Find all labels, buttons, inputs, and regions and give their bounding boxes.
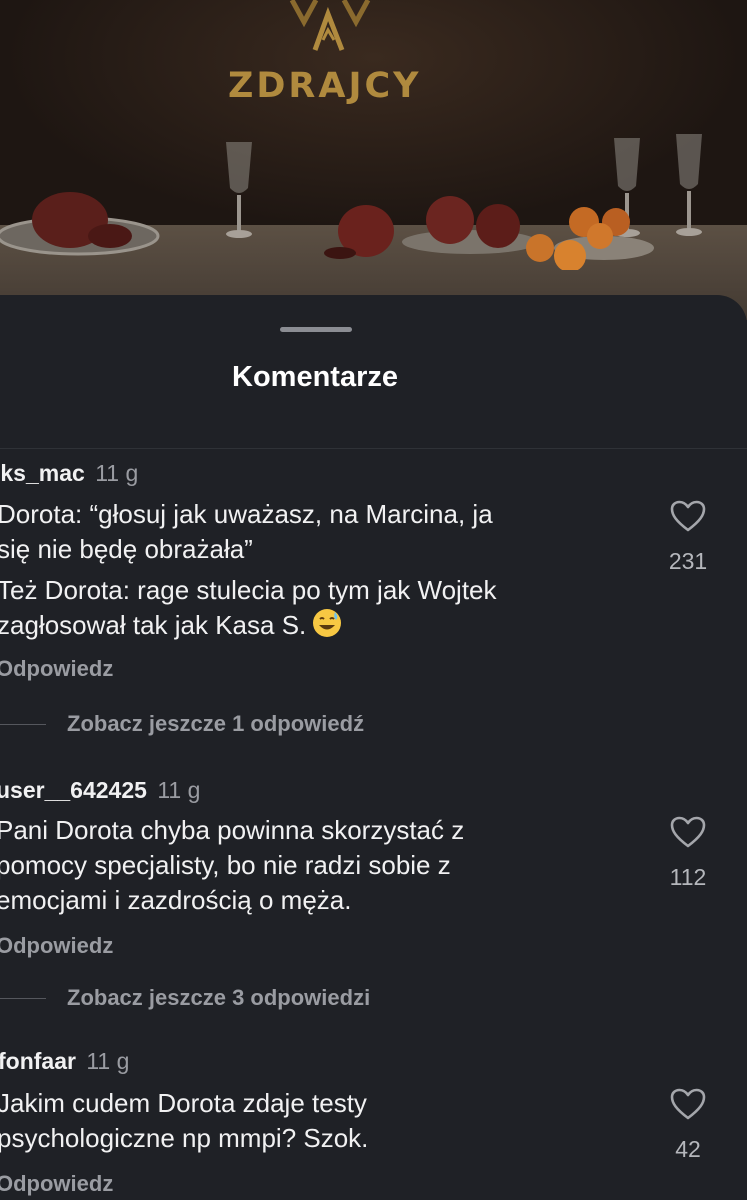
champagne-glass <box>676 134 702 236</box>
bowl-with-oranges <box>526 207 654 270</box>
like-count: 112 <box>669 864 707 890</box>
view-more-replies-label[interactable]: Zobacz jeszcze 1 odpowiedź <box>67 711 364 737</box>
plate-with-pomegranates <box>402 196 538 254</box>
comment-username[interactable]: fonfaar <box>0 1048 76 1074</box>
comment-username[interactable]: iks_mac <box>0 460 85 486</box>
divider <box>0 448 747 449</box>
like-count: 42 <box>675 1136 701 1162</box>
comment-text: Jakim cudem Dorota zdaje testy psycholog… <box>0 1088 369 1153</box>
replies-line <box>0 998 46 999</box>
comment-text: Dorota: “głosuj jak uważasz, na Marcina,… <box>0 499 493 564</box>
comment-header: user__642425 11 g <box>0 777 200 804</box>
pomegranate <box>324 205 394 259</box>
show-logo-emblem <box>289 0 371 51</box>
comments-sheet: Komentarze iks_mac 11 g Dorota: “głosuj … <box>0 295 747 1200</box>
replies-line <box>0 724 46 725</box>
comment-text-continued: Też Dorota: rage stulecia po tym jak Woj… <box>0 575 497 640</box>
heart-icon <box>670 1088 706 1120</box>
like-count: 231 <box>668 548 708 574</box>
comment-text: Pani Dorota chyba powinna skorzystać z p… <box>0 815 465 915</box>
view-more-replies-label[interactable]: Zobacz jeszcze 3 odpowiedzi <box>67 985 370 1011</box>
like-button[interactable]: 231 <box>660 500 716 575</box>
plate-with-pomegranate <box>0 192 160 256</box>
like-button[interactable]: 112 <box>660 816 716 891</box>
sheet-title: Komentarze <box>232 361 398 393</box>
show-logo-text: ZDRAJCY <box>228 66 422 106</box>
heart-icon <box>670 816 706 848</box>
comment-timestamp: 11 g <box>95 460 139 486</box>
reply-button[interactable]: Odpowiedz <box>0 933 113 959</box>
sweat-smile-emoji-icon <box>313 609 342 637</box>
heart-icon <box>670 500 706 532</box>
comment-header: fonfaar 11 g <box>0 1048 129 1075</box>
comment-timestamp: 11 g <box>86 1048 130 1074</box>
video-backdrop: ZDRAJCY <box>0 0 747 320</box>
comment-username[interactable]: user__642425 <box>0 777 147 803</box>
sheet-drag-handle[interactable] <box>280 327 352 332</box>
comment-timestamp: 11 g <box>157 777 201 803</box>
champagne-glass <box>226 142 252 238</box>
reply-button[interactable]: Odpowiedz <box>0 656 113 682</box>
reply-button[interactable]: Odpowiedz <box>0 1171 113 1197</box>
comment-header: iks_mac 11 g <box>0 460 138 487</box>
like-button[interactable]: 42 <box>660 1088 716 1163</box>
